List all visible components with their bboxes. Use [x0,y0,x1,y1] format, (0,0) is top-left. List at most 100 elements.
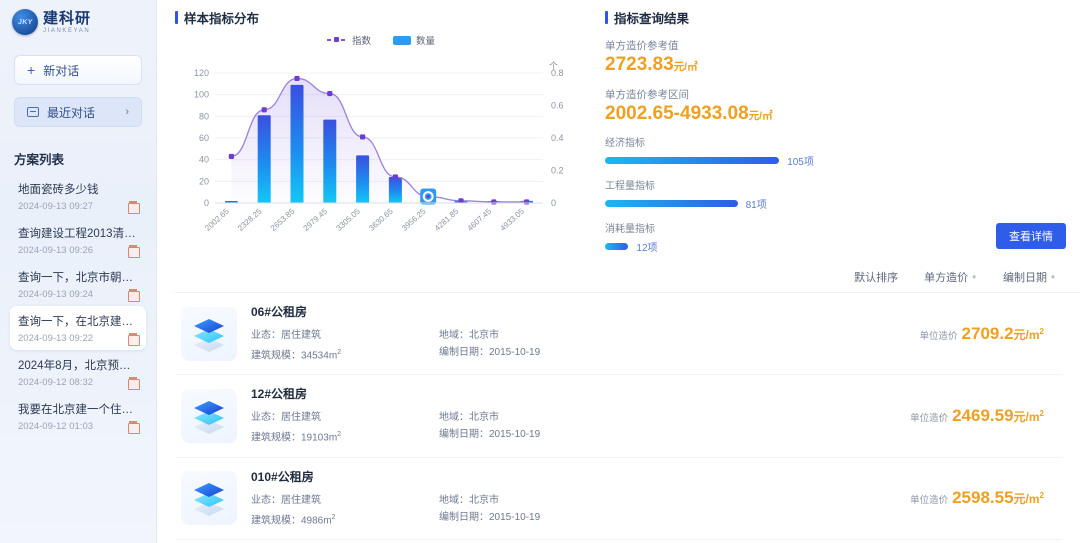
view-detail-button[interactable]: 查看详情 [996,223,1066,249]
project-scale: 建筑规模：34534m2 [251,349,342,362]
delete-icon[interactable] [128,201,140,214]
recent-chat-button[interactable]: 最近对话 › [14,97,142,127]
plan-list-item[interactable]: 查询建设工程2013清单规范相... 2024-09-13 09:26 [10,218,146,262]
svg-text:0.4: 0.4 [551,133,564,143]
price-value: 2469.59 [952,405,1014,425]
sort-default-label: 默认排序 [854,272,899,284]
price-label: 单位造价 [919,330,958,342]
unit-price-number: 2723.83 [605,54,674,75]
svg-text:4607.45: 4607.45 [466,206,494,232]
logo-text: 建科研 JIANKEYAN [43,11,91,34]
svg-text:100: 100 [194,90,209,100]
sort-default[interactable]: 默认排序 [854,269,898,285]
sidebar: JKY 建科研 JIANKEYAN + 新对话 最近对话 › 方案列表 地面瓷砖… [0,0,157,543]
plan-item-date: 2024-09-13 09:24 [18,289,94,300]
bar-swatch-icon [393,35,411,45]
project-type: 业态：居住建筑 [251,494,321,506]
chevron-right-icon: › [125,106,129,118]
new-chat-button[interactable]: + 新对话 [14,55,142,85]
main-content: 样本指标分布 指数 数量 0 20 40 60 80 100 120 0 0.2… [157,0,1080,543]
project-type: 业态：居住建筑 [251,330,321,341]
price-range-unit: 元/㎡ [748,109,773,122]
svg-text:2328.25: 2328.25 [236,206,264,232]
plan-item-date: 2024-09-12 08:32 [18,377,94,388]
project-date: 编制日期：2015-10-19 [439,347,541,358]
project-type: 业态：居住建筑 [251,412,321,424]
plan-item-date: 2024-09-12 01:03 [18,421,94,432]
project-info: 12#公租房 业态：居住建筑 建筑规模：19103m2 地域：北京市 编制日期：… [251,385,896,446]
svg-text:3305.05: 3305.05 [334,206,362,232]
svg-text:40: 40 [199,155,209,165]
project-title: 010#公租房 [251,469,314,484]
project-thumbnail [181,388,237,443]
stacked-layers-icon [194,400,224,434]
project-scale: 建筑规模：19103m2 [251,431,342,444]
plan-item-date: 2024-09-13 09:22 [18,333,94,344]
chart-canvas[interactable]: 0 20 40 60 80 100 120 0 0.2 0.4 0.6 0.8 个 2002.65 2… [175,55,595,255]
delete-icon[interactable] [128,289,140,302]
unit-price-value: 2723.83元/㎡ [605,54,1066,76]
price-value: 2598.55 [952,488,1014,508]
stacked-layers-icon [194,318,224,352]
plan-item-name: 2024年8月，北京预拌混凝土... [18,360,138,372]
delete-icon[interactable] [128,421,140,434]
economic-index-bar [605,156,780,164]
project-price: 单位造价 2709.2元/m2 [920,324,1056,344]
plan-list-item-selected[interactable]: 查询一下，在北京建设一栋保... 2024-09-13 09:22 [10,306,146,350]
table-row[interactable]: 010#公租房 业态：居住建筑 建筑规模：4986m2 地域：北京市 编制日期：… [175,458,1062,540]
legend-item-index[interactable]: 指数 [326,33,371,47]
logo-title-cn: 建科研 [43,9,92,27]
price-range-value: 2002.65-4933.08元/㎡ [605,102,1066,125]
legend-label: 数量 [416,36,436,47]
price-range-number: 2002.65-4933.08 [605,102,749,124]
consumption-index-count: 12项 [636,242,658,254]
price-unit: 元/m2 [1013,326,1044,342]
project-region: 地域：北京市 [439,494,499,506]
project-price: 单位造价 2598.55元/m2 [910,488,1056,508]
project-price: 单位造价 2469.59元/m2 [910,406,1056,426]
svg-text:2979.45: 2979.45 [302,206,330,232]
plan-item-name: 查询一下，北京市朝阳区新建... [18,272,138,284]
project-title: 06#公租房 [251,305,308,319]
result-panel: 指标查询结果 单方造价参考值 2723.83元/㎡ 单方造价参考区间 2002.… [587,0,1080,255]
svg-text:2653.85: 2653.85 [269,206,297,232]
svg-text:80: 80 [199,111,209,121]
project-date: 编制日期：2015-10-19 [439,511,541,523]
sort-date-label: 编制日期 [1003,272,1048,284]
economic-index-count: 105项 [787,156,814,168]
svg-text:3956.25: 3956.25 [400,206,428,232]
project-title: 12#公租房 [251,387,308,402]
quantity-index-label: 工程量指标 [605,180,655,192]
quantity-index-row: 81项 [605,196,1066,211]
svg-text:0.2: 0.2 [551,166,564,176]
sort-date[interactable]: 编制日期 ▲ ▼ [1003,269,1056,285]
price-value: 2709.2 [961,323,1014,343]
plan-list-item[interactable]: 地面瓷砖多少钱 2024-09-13 09:27 [10,174,146,218]
economic-index-label: 经济指标 [605,137,645,149]
plan-list-item[interactable]: 查询一下，北京市朝阳区新建... 2024-09-13 09:24 [10,262,146,306]
sort-unit-price[interactable]: 单方造价 ▲ ▼ [924,269,977,285]
delete-icon[interactable] [128,333,140,346]
new-chat-label: 新对话 [43,63,80,78]
legend-item-count[interactable]: 数量 [393,33,435,47]
table-row[interactable]: 06#公租房 业态：居住建筑 建筑规模：34534m2 地域：北京市 编制日期：… [175,293,1062,376]
plan-list-item[interactable]: 我要在北京建一个住宅，多少... 2024-09-12 01:03 [10,394,146,438]
plan-list-item[interactable]: 2024年8月，北京预拌混凝土... 2024-09-12 08:32 [10,350,146,394]
table-row[interactable]: 12#公租房 业态：居住建筑 建筑规模：19103m2 地域：北京市 编制日期：… [175,375,1062,458]
svg-text:3630.65: 3630.65 [367,206,395,232]
app-root: JKY 建科研 JIANKEYAN + 新对话 最近对话 › 方案列表 地面瓷砖… [0,0,1080,543]
svg-text:4933.05: 4933.05 [498,206,526,232]
delete-icon[interactable] [128,377,140,390]
project-info: 010#公租房 业态：居住建筑 建筑规模：4986m2 地域：北京市 编制日期：… [251,468,896,529]
project-scale: 建筑规模：4986m2 [251,513,336,526]
sort-bar: 默认排序 单方造价 ▲ ▼ 编制日期 ▲ ▼ [175,263,1080,293]
price-unit: 元/m2 [1013,408,1044,424]
plan-item-name: 查询一下，在北京建设一栋保... [18,316,138,328]
svg-text:4281.85: 4281.85 [433,206,461,232]
delete-icon[interactable] [128,245,140,258]
plan-list: 地面瓷砖多少钱 2024-09-13 09:27 查询建设工程2013清单规范相… [0,174,156,438]
chart-panel: 样本指标分布 指数 数量 0 20 40 60 80 100 120 0 0.2… [157,0,587,255]
quantity-index-count: 81项 [745,199,767,211]
sort-unit-price-label: 单方造价 [924,272,969,284]
svg-text:60: 60 [199,133,209,143]
